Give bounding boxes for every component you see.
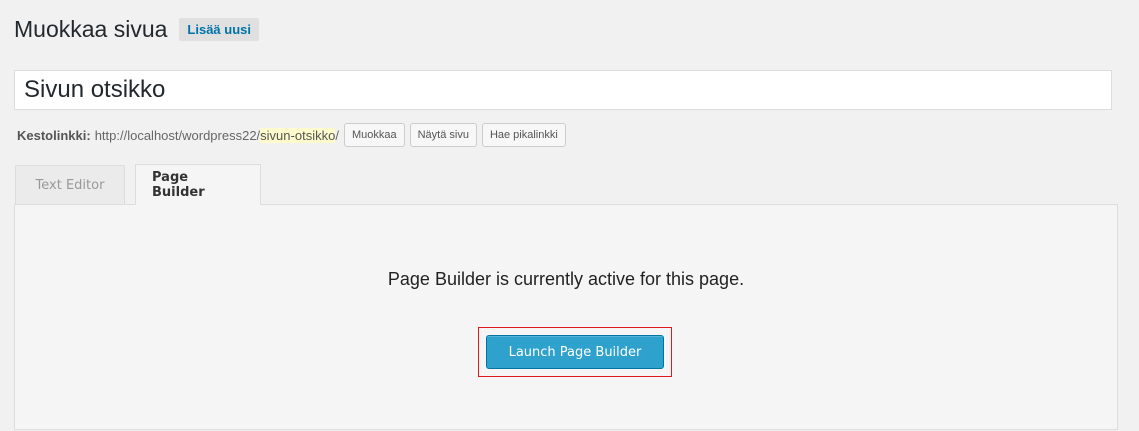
launch-highlight-box: Launch Page Builder bbox=[478, 327, 672, 377]
view-page-button[interactable]: Näytä sivu bbox=[409, 123, 477, 147]
title-input[interactable]: Sivun otsikko bbox=[14, 70, 1112, 110]
launch-page-builder-button[interactable]: Launch Page Builder bbox=[486, 335, 664, 369]
permalink-base-url: http://localhost/wordpress22/ bbox=[94, 127, 261, 143]
permalink-bar: Kestolinkki: http://localhost/wordpress2… bbox=[17, 121, 566, 149]
get-shortlink-button[interactable]: Hae pikalinkki bbox=[481, 123, 566, 147]
edit-permalink-button[interactable]: Muokkaa bbox=[343, 123, 405, 147]
permalink-label: Kestolinkki: bbox=[17, 127, 91, 143]
tab-page-builder[interactable]: Page Builder bbox=[135, 164, 261, 205]
page-header: Muokkaa sivua Lisää uusi bbox=[14, 16, 259, 43]
page-builder-message: Page Builder is currently active for thi… bbox=[387, 269, 745, 289]
add-new-button[interactable]: Lisää uusi bbox=[179, 18, 259, 41]
editor-tabs: Text Editor Page Builder bbox=[15, 164, 271, 205]
page-builder-panel: Page Builder is currently active for thi… bbox=[14, 204, 1118, 430]
tab-text-editor[interactable]: Text Editor bbox=[15, 165, 125, 204]
page-title: Muokkaa sivua bbox=[14, 16, 168, 42]
permalink-trailing: / bbox=[335, 127, 339, 143]
permalink-slug[interactable]: sivun-otsikko bbox=[260, 127, 336, 143]
